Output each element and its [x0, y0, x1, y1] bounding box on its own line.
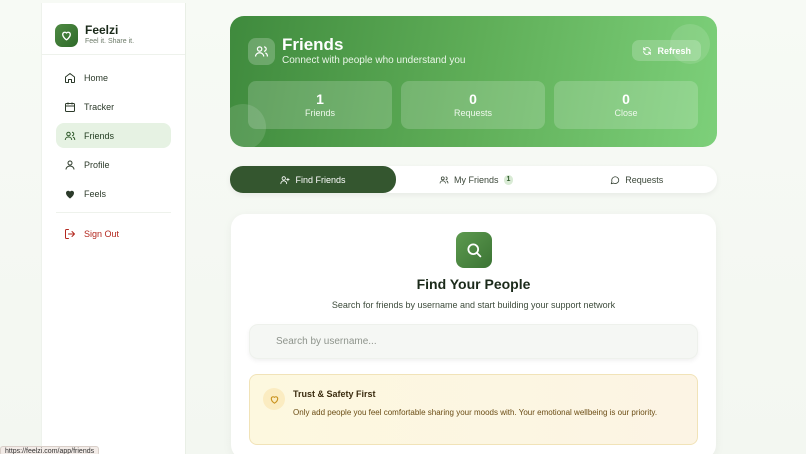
search-input[interactable]	[249, 324, 698, 359]
sidebar-item-label: Tracker	[84, 101, 115, 112]
stat-requests: 0 Requests	[401, 81, 545, 129]
sign-out-label: Sign Out	[84, 228, 120, 239]
sidebar-item-home[interactable]: Home	[56, 65, 171, 90]
user-plus-icon	[280, 175, 291, 184]
sidebar-item-friends[interactable]: Friends	[56, 123, 171, 148]
sidebar-item-label: Feels	[84, 188, 107, 199]
section-title: Find Your People	[416, 276, 531, 292]
message-circle-icon	[611, 175, 620, 184]
brand[interactable]: Feelzi Feel it. Share it.	[42, 3, 185, 55]
users-icon	[439, 175, 449, 183]
sidebar-item-feels[interactable]: Feels	[56, 181, 171, 206]
stat-label: Requests	[453, 108, 493, 118]
sidebar-item-label: Home	[84, 72, 109, 83]
user-icon	[65, 160, 75, 170]
logout-icon	[65, 228, 75, 239]
brand-tagline: Feel it. Share it.	[85, 38, 135, 45]
stat-value: 1	[316, 91, 324, 107]
users-icon	[248, 38, 275, 65]
brand-name: Feelzi	[85, 23, 119, 37]
count-badge: 1	[503, 174, 514, 185]
stat-label: Close	[614, 108, 638, 118]
heart-logo-icon	[55, 24, 78, 47]
sidebar-item-profile[interactable]: Profile	[56, 152, 171, 177]
refresh-icon	[643, 46, 652, 55]
refresh-label: Refresh	[657, 45, 691, 56]
tab-label: My Friends	[454, 174, 499, 185]
sidebar-item-label: Friends	[84, 130, 115, 141]
friends-tabs: Find Friends My Friends 1 Requests	[230, 166, 717, 193]
heart-icon	[66, 190, 74, 198]
tab-requests[interactable]: Requests	[557, 166, 718, 193]
tab-label: Requests	[625, 174, 664, 185]
sidebar-nav: Home Tracker Friends Profile Feels Sign …	[42, 55, 185, 246]
stats-row: 1 Friends 0 Requests 0 Close	[248, 81, 698, 129]
heart-icon	[263, 388, 285, 410]
status-url-tooltip: https://feelzi.com/app/friends	[0, 446, 100, 454]
page-title: Friends	[282, 35, 344, 54]
tab-label: Find Friends	[295, 174, 346, 185]
stat-close: 0 Close	[554, 81, 698, 129]
section-subtitle: Search for friends by username and start…	[331, 300, 616, 310]
sidebar-item-tracker[interactable]: Tracker	[56, 94, 171, 119]
home-icon	[65, 72, 75, 83]
notice-title: Trust & Safety First	[293, 389, 376, 399]
sign-out-button[interactable]: Sign Out	[56, 221, 171, 246]
stat-value: 0	[469, 91, 477, 107]
tab-my-friends[interactable]: My Friends 1	[396, 166, 557, 193]
notice-body: Only add people you feel comfortable sha…	[293, 408, 658, 417]
users-icon	[64, 131, 76, 140]
find-friends-card: Find Your People Search for friends by u…	[231, 214, 716, 454]
stat-label: Friends	[304, 108, 335, 118]
friends-hero: Friends Connect with people who understa…	[230, 16, 717, 147]
stat-friends: 1 Friends	[248, 81, 392, 129]
divider	[56, 212, 171, 213]
tab-find-friends[interactable]: Find Friends	[230, 166, 396, 193]
refresh-button[interactable]: Refresh	[632, 40, 701, 61]
stat-value: 0	[622, 91, 630, 107]
trust-safety-notice: Trust & Safety First Only add people you…	[249, 374, 698, 445]
page-subtitle: Connect with people who understand you	[282, 55, 466, 66]
sidebar: Feelzi Feel it. Share it. Home Tracker F…	[41, 3, 186, 454]
sidebar-item-label: Profile	[84, 159, 110, 170]
calendar-icon	[65, 102, 75, 112]
search-icon	[456, 232, 492, 268]
